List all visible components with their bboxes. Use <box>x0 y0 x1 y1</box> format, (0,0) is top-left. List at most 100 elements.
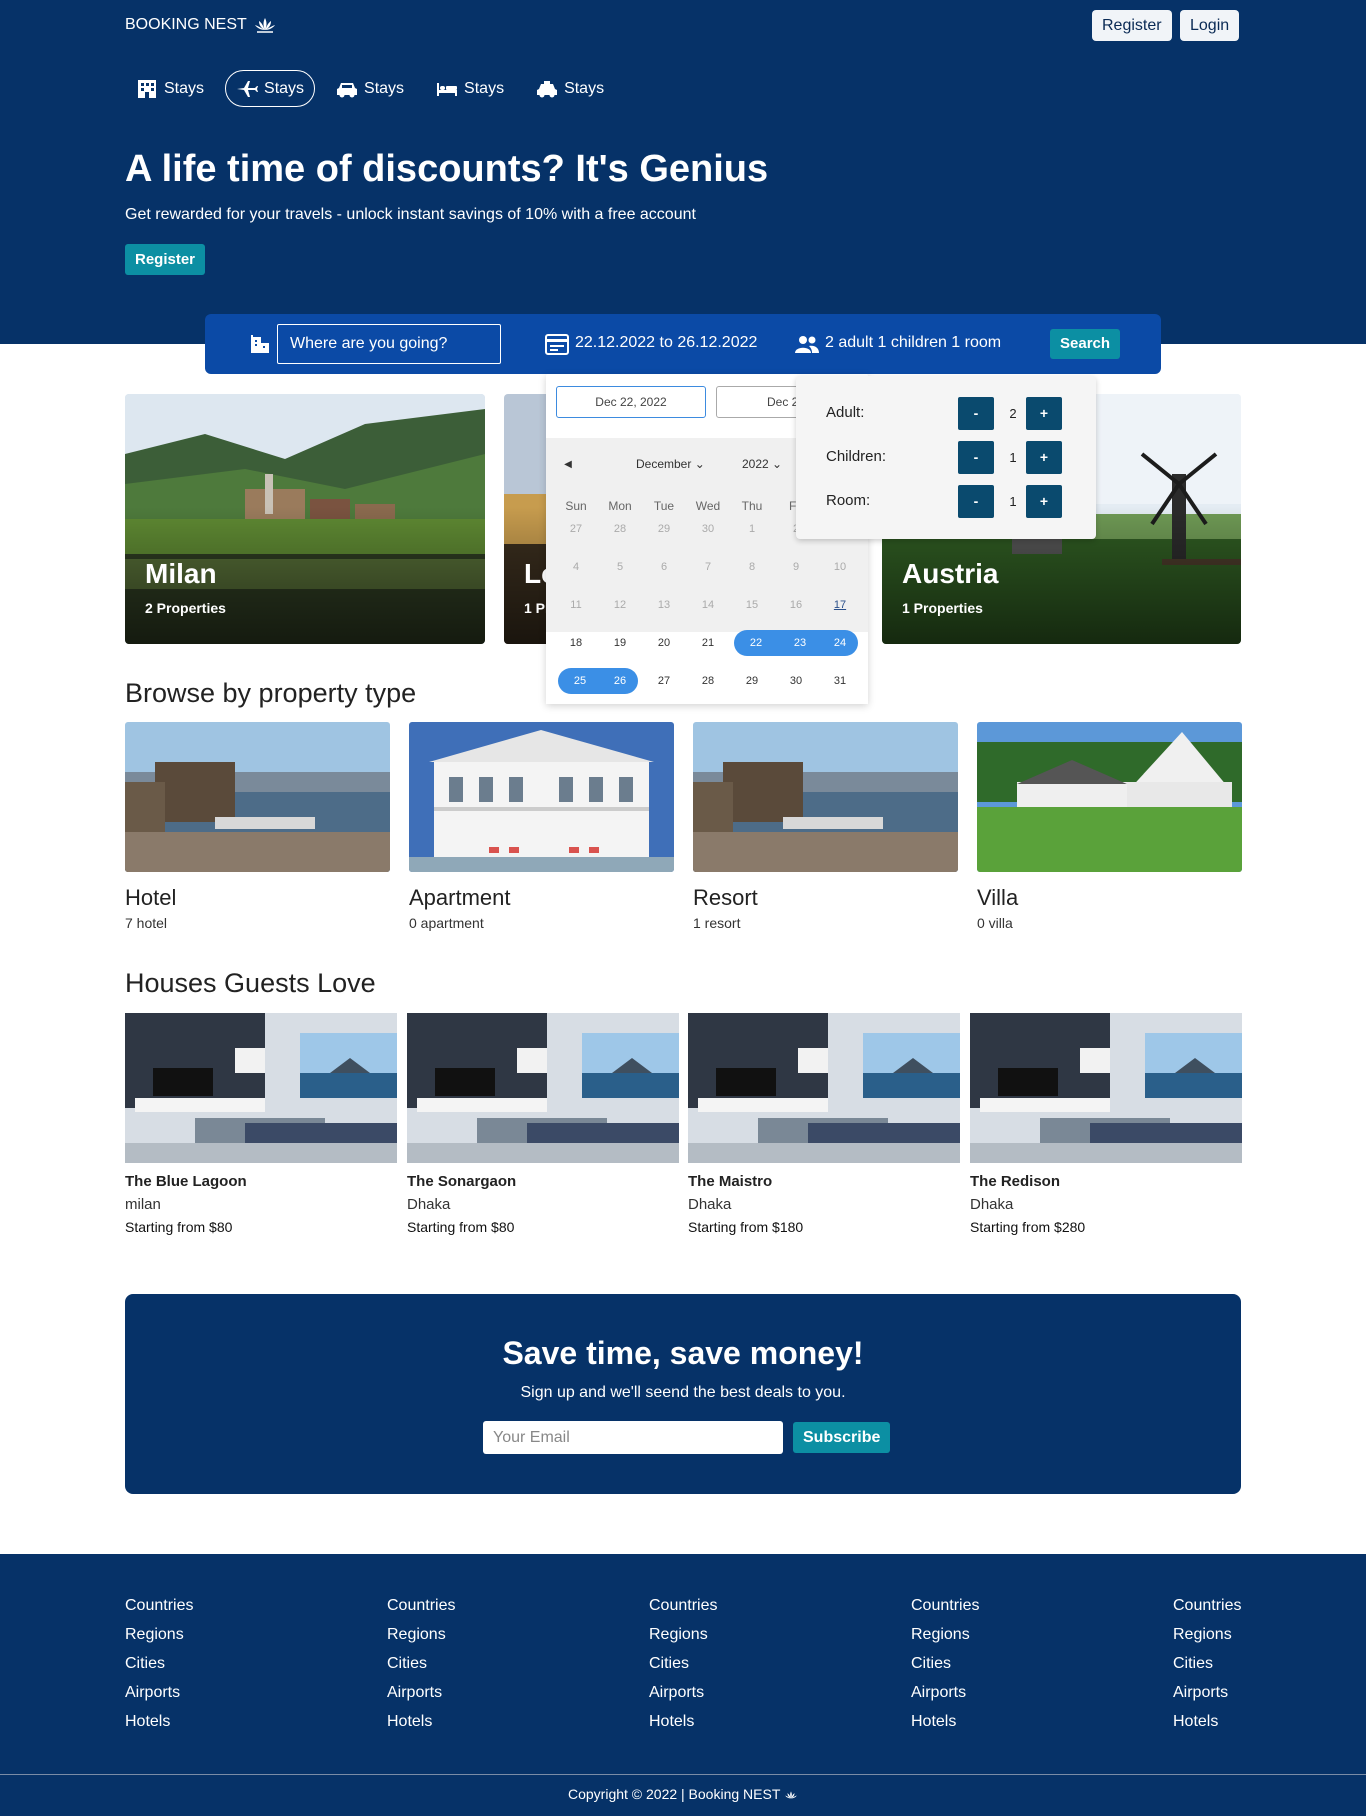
calendar-day[interactable]: 21 <box>690 630 726 656</box>
property-card-hotel[interactable]: Hotel 7 hotel <box>125 722 390 931</box>
start-date-input[interactable]: Dec 22, 2022 <box>556 386 706 418</box>
footer-link[interactable]: Hotels <box>1173 1712 1241 1741</box>
footer-link[interactable]: Cities <box>649 1654 717 1683</box>
footer-link[interactable]: Countries <box>649 1596 717 1625</box>
footer-link[interactable]: Regions <box>125 1625 193 1654</box>
calendar-day[interactable]: 15 <box>734 592 770 618</box>
footer-link[interactable]: Hotels <box>125 1712 193 1741</box>
house-card[interactable]: The Redison Dhaka Starting from $280 <box>970 1013 1250 1235</box>
property-card-resort[interactable]: Resort 1 resort <box>693 722 958 931</box>
footer-link[interactable]: Airports <box>649 1683 717 1712</box>
calendar-day[interactable]: 28 <box>602 516 638 542</box>
copyright-text: Copyright © 2022 | Booking NEST <box>567 1786 781 1802</box>
house-card[interactable]: The Sonargaon Dhaka Starting from $80 <box>407 1013 687 1235</box>
footer-link[interactable]: Airports <box>387 1683 455 1712</box>
property-photo <box>409 722 674 872</box>
calendar-day[interactable]: 30 <box>778 668 814 694</box>
adult-minus-button[interactable]: - <box>958 397 994 430</box>
calendar-day[interactable]: 9 <box>778 554 814 580</box>
house-card[interactable]: The Maistro Dhaka Starting from $180 <box>688 1013 968 1235</box>
calendar-day[interactable]: 17 <box>822 592 858 618</box>
footer-link[interactable]: Regions <box>1173 1625 1241 1654</box>
bed-icon <box>437 82 458 96</box>
footer-link[interactable]: Countries <box>1173 1596 1241 1625</box>
calendar-day[interactable]: 18 <box>558 630 594 656</box>
month-select[interactable]: December ⌄ <box>636 457 705 471</box>
calendar-day[interactable]: 14 <box>690 592 726 618</box>
footer-link[interactable]: Countries <box>125 1596 193 1625</box>
calendar-day[interactable]: 25 <box>558 668 602 694</box>
email-input[interactable]: Your Email <box>483 1421 783 1454</box>
calendar-day[interactable]: 26 <box>602 668 638 694</box>
hero-register-button[interactable]: Register <box>125 244 206 275</box>
date-range-field[interactable]: 22.12.2022 to 26.12.2022 <box>575 334 757 352</box>
footer-link[interactable]: Hotels <box>911 1712 979 1741</box>
brand-logo[interactable]: BOOKING NEST <box>125 16 277 34</box>
children-label: Children: <box>826 448 887 465</box>
register-button[interactable]: Register <box>1092 10 1172 41</box>
calendar-day[interactable]: 12 <box>602 592 638 618</box>
footer-link[interactable]: Regions <box>387 1625 455 1654</box>
footer-column: Countries Regions Cities Airports Hotels <box>911 1596 979 1741</box>
guests-field[interactable]: 2 adult 1 children 1 room <box>825 334 1001 352</box>
footer-link[interactable]: Regions <box>911 1625 979 1654</box>
calendar-day[interactable]: 31 <box>822 668 858 694</box>
footer-link[interactable]: Airports <box>1173 1683 1241 1712</box>
calendar-day[interactable]: 29 <box>646 516 682 542</box>
calendar-day[interactable]: 10 <box>822 554 858 580</box>
children-minus-button[interactable]: - <box>958 441 994 474</box>
calendar-day[interactable]: 5 <box>602 554 638 580</box>
footer-link[interactable]: Cities <box>125 1654 193 1683</box>
search-button[interactable]: Search <box>1050 329 1121 359</box>
calendar-day[interactable]: 22 <box>734 630 778 656</box>
subscribe-button[interactable]: Subscribe <box>793 1422 891 1453</box>
calendar-day[interactable]: 27 <box>646 668 682 694</box>
room-minus-button[interactable]: - <box>958 485 994 518</box>
children-plus-button[interactable]: + <box>1026 441 1062 474</box>
house-price: Starting from $80 <box>407 1219 515 1235</box>
calendar-day[interactable]: 1 <box>734 516 770 542</box>
footer-link[interactable]: Airports <box>125 1683 193 1712</box>
footer-link[interactable]: Cities <box>1173 1654 1241 1683</box>
destination-input[interactable]: Where are you going? <box>277 324 501 364</box>
property-card-villa[interactable]: Villa 0 villa <box>977 722 1242 931</box>
calendar-day[interactable]: 24 <box>822 630 858 656</box>
calendar-day[interactable]: 19 <box>602 630 638 656</box>
property-card-apartment[interactable]: Apartment 0 apartment <box>409 722 674 931</box>
house-photo <box>688 1013 968 1163</box>
calendar-day[interactable]: 13 <box>646 592 682 618</box>
nav-item-stays-taxi[interactable]: Stays <box>525 70 615 107</box>
footer-link[interactable]: Cities <box>911 1654 979 1683</box>
nav-item-stays-car[interactable]: Stays <box>325 70 415 107</box>
city-card-milan[interactable]: Milan 2 Properties <box>125 394 485 644</box>
footer-link[interactable]: Airports <box>911 1683 979 1712</box>
nav-item-stays-bed[interactable]: Stays <box>425 70 515 107</box>
footer-link[interactable]: Hotels <box>649 1712 717 1741</box>
calendar-day[interactable]: 7 <box>690 554 726 580</box>
footer-link[interactable]: Countries <box>911 1596 979 1625</box>
calendar-day[interactable]: 11 <box>558 592 594 618</box>
nav-item-stays-flight[interactable]: Stays <box>225 70 316 107</box>
nav-item-stays-hotel[interactable]: Stays <box>125 70 215 107</box>
login-button[interactable]: Login <box>1180 10 1240 41</box>
calendar-day[interactable]: 29 <box>734 668 770 694</box>
footer-link[interactable]: Countries <box>387 1596 455 1625</box>
footer-link[interactable]: Cities <box>387 1654 455 1683</box>
calendar-day[interactable]: 20 <box>646 630 682 656</box>
house-card[interactable]: The Blue Lagoon milan Starting from $80 <box>125 1013 405 1235</box>
adult-plus-button[interactable]: + <box>1026 397 1062 430</box>
property-photo <box>977 722 1242 872</box>
calendar-day[interactable]: 4 <box>558 554 594 580</box>
calendar-day[interactable]: 27 <box>558 516 594 542</box>
calendar-day[interactable]: 16 <box>778 592 814 618</box>
footer-link[interactable]: Hotels <box>387 1712 455 1741</box>
year-select[interactable]: 2022 ⌄ <box>742 457 782 471</box>
footer-link[interactable]: Regions <box>649 1625 717 1654</box>
calendar-day[interactable]: 23 <box>778 630 822 656</box>
calendar-day[interactable]: 30 <box>690 516 726 542</box>
calendar-day[interactable]: 8 <box>734 554 770 580</box>
calendar-day[interactable]: 6 <box>646 554 682 580</box>
calendar-day[interactable]: 28 <box>690 668 726 694</box>
prev-month-icon[interactable]: ◀ <box>558 455 578 475</box>
room-plus-button[interactable]: + <box>1026 485 1062 518</box>
